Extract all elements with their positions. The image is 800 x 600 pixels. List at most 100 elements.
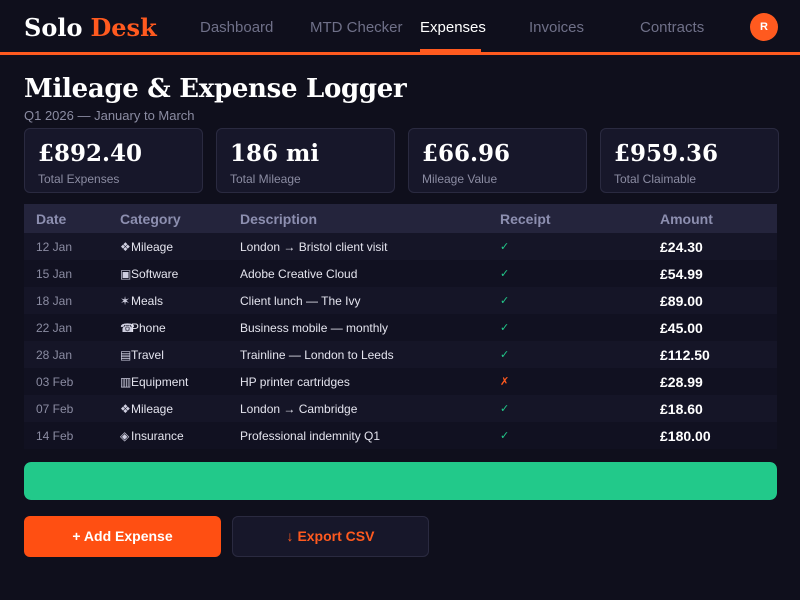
- page-subtitle: Q1 2026 — January to March: [24, 108, 195, 123]
- page-title: Mileage & Expense Logger: [24, 74, 407, 104]
- column-header-date[interactable]: Date: [36, 210, 66, 228]
- row-category: ❖Mileage: [120, 402, 173, 417]
- row-category-label: Software: [131, 267, 179, 281]
- row-description: HP printer cartridges: [240, 375, 350, 389]
- brand-logo[interactable]: Solo Desk: [24, 13, 157, 43]
- nav-tab-invoices[interactable]: Invoices: [529, 18, 584, 52]
- receipt-check-icon[interactable]: ✓: [500, 321, 509, 336]
- column-header-description[interactable]: Description: [240, 210, 317, 228]
- stat-value: £66.96: [422, 140, 511, 167]
- row-amount: £24.30: [660, 239, 703, 255]
- nav-tab-mtd-checker[interactable]: MTD Checker: [310, 18, 403, 52]
- stat-card-total-claimable: £959.36 Total Claimable: [600, 128, 779, 193]
- row-amount: £28.99: [660, 374, 703, 390]
- row-description: Client lunch — The Ivy: [240, 294, 361, 308]
- claim-progress-bar: [24, 462, 777, 500]
- expense-table: Date Category Description Receipt Amount…: [24, 204, 777, 449]
- brand-name-part1: Solo: [24, 13, 83, 42]
- receipt-check-icon[interactable]: ✓: [500, 429, 509, 444]
- top-nav-bar: Solo Desk Dashboard MTD Checker Expenses …: [0, 0, 800, 55]
- nav-tab-dashboard[interactable]: Dashboard: [200, 18, 273, 52]
- row-category-label: Mileage: [131, 402, 174, 416]
- row-date: 22 Jan: [36, 321, 73, 335]
- fork-knife-icon: ✶: [120, 294, 131, 308]
- row-category-label: Travel: [131, 348, 164, 362]
- user-avatar[interactable]: R: [750, 13, 778, 41]
- row-category-label: Insurance: [131, 429, 184, 443]
- column-header-amount[interactable]: Amount: [660, 210, 713, 228]
- row-amount: £18.60: [660, 401, 703, 417]
- receipt-check-icon[interactable]: ✓: [500, 348, 509, 363]
- row-amount: £45.00: [660, 320, 703, 336]
- train-icon: ▤: [120, 348, 132, 362]
- laptop-icon: ▣: [120, 267, 132, 281]
- table-row[interactable]: 14 Feb ◈ Insurance Professional indemnity Q…: [24, 422, 777, 449]
- row-category: ◈ Insurance: [120, 429, 184, 444]
- table-row[interactable]: 18 Jan ✶Meals Client lunch — The Ivy ✓ £89.0…: [24, 287, 777, 314]
- table-row[interactable]: 12 Jan ❖Mileage London → Bristol client vi…: [24, 233, 777, 260]
- row-description: Professional indemnity Q1: [240, 429, 381, 443]
- stat-value: £959.36: [614, 140, 719, 167]
- progress-fill: [24, 462, 777, 500]
- stat-label: Mileage Value: [422, 172, 498, 186]
- table-row[interactable]: 15 Jan ▣Software Adobe Creative Cloud ✓ £54.…: [24, 260, 777, 287]
- stat-card-mileage-value: £66.96 Mileage Value: [408, 128, 587, 193]
- phone-icon: ☎: [120, 321, 135, 335]
- stat-value: £892.40: [38, 140, 143, 167]
- row-category-label: Meals: [131, 294, 164, 308]
- nav-tab-contracts[interactable]: Contracts: [640, 18, 704, 52]
- table-row[interactable]: 07 Feb ❖Mileage London → Cambridge ✓ £18.60: [24, 395, 777, 422]
- row-description: London → Cambridge: [240, 402, 358, 416]
- receipt-missing-icon[interactable]: ✗: [500, 375, 509, 390]
- printer-icon: ▥: [120, 375, 132, 389]
- row-date: 07 Feb: [36, 402, 74, 416]
- add-expense-button[interactable]: + Add Expense: [24, 516, 221, 557]
- table-row[interactable]: 28 Jan ▤Travel Trainline — London to Leeds…: [24, 341, 777, 368]
- row-category: ✶Meals: [120, 294, 163, 309]
- car-icon: ❖: [120, 240, 131, 254]
- export-csv-label: Export CSV: [297, 528, 375, 544]
- table-row[interactable]: 22 Jan ☎Phone Business mobile — monthly ✓ £4…: [24, 314, 777, 341]
- row-description: Business mobile — monthly: [240, 321, 389, 335]
- row-date: 15 Jan: [36, 267, 73, 281]
- row-category: ▣Software: [120, 267, 178, 282]
- row-category: ▥Equipment: [120, 375, 188, 390]
- receipt-check-icon[interactable]: ✓: [500, 294, 509, 309]
- row-description: Trainline — London to Leeds: [240, 348, 394, 362]
- shield-icon: ◈: [120, 429, 130, 443]
- stat-label: Total Expenses: [38, 172, 120, 186]
- table-row[interactable]: 03 Feb ▥Equipment HP printer cartridges ✗ £2…: [24, 368, 777, 395]
- row-description: Adobe Creative Cloud: [240, 267, 358, 281]
- column-header-category[interactable]: Category: [120, 210, 181, 228]
- row-description: London → Bristol client visit: [240, 240, 388, 254]
- column-header-receipt[interactable]: Receipt: [500, 210, 551, 228]
- receipt-check-icon[interactable]: ✓: [500, 402, 509, 417]
- row-amount: £54.99: [660, 266, 703, 282]
- row-category: ☎Phone: [120, 321, 166, 336]
- row-date: 12 Jan: [36, 240, 73, 254]
- stat-card-total-mileage: 186 mi Total Mileage: [216, 128, 395, 193]
- row-amount: £89.00: [660, 293, 703, 309]
- row-amount: £180.00: [660, 428, 711, 444]
- row-date: 28 Jan: [36, 348, 73, 362]
- receipt-check-icon[interactable]: ✓: [500, 240, 509, 255]
- row-category: ❖Mileage: [120, 240, 173, 255]
- row-category: ▤Travel: [120, 348, 164, 363]
- stat-card-total-expenses: £892.40 Total Expenses: [24, 128, 203, 193]
- stat-value: 186 mi: [230, 140, 320, 167]
- nav-tab-expenses[interactable]: Expenses: [420, 18, 486, 52]
- row-date: 14 Feb: [36, 429, 74, 443]
- row-date: 18 Jan: [36, 294, 73, 308]
- table-header-row: Date Category Description Receipt Amount: [24, 204, 777, 233]
- export-csv-button[interactable]: ↓ Export CSV: [232, 516, 429, 557]
- row-category-label: Equipment: [131, 375, 189, 389]
- brand-name-part2: Desk: [90, 13, 157, 42]
- table-body: 12 Jan ❖Mileage London → Bristol client vi…: [24, 233, 777, 449]
- row-category-label: Mileage: [131, 240, 174, 254]
- receipt-check-icon[interactable]: ✓: [500, 267, 509, 282]
- car-icon: ❖: [120, 402, 131, 416]
- row-date: 03 Feb: [36, 375, 74, 389]
- stat-label: Total Claimable: [614, 172, 697, 186]
- download-icon: ↓: [286, 528, 294, 544]
- stat-label: Total Mileage: [230, 172, 301, 186]
